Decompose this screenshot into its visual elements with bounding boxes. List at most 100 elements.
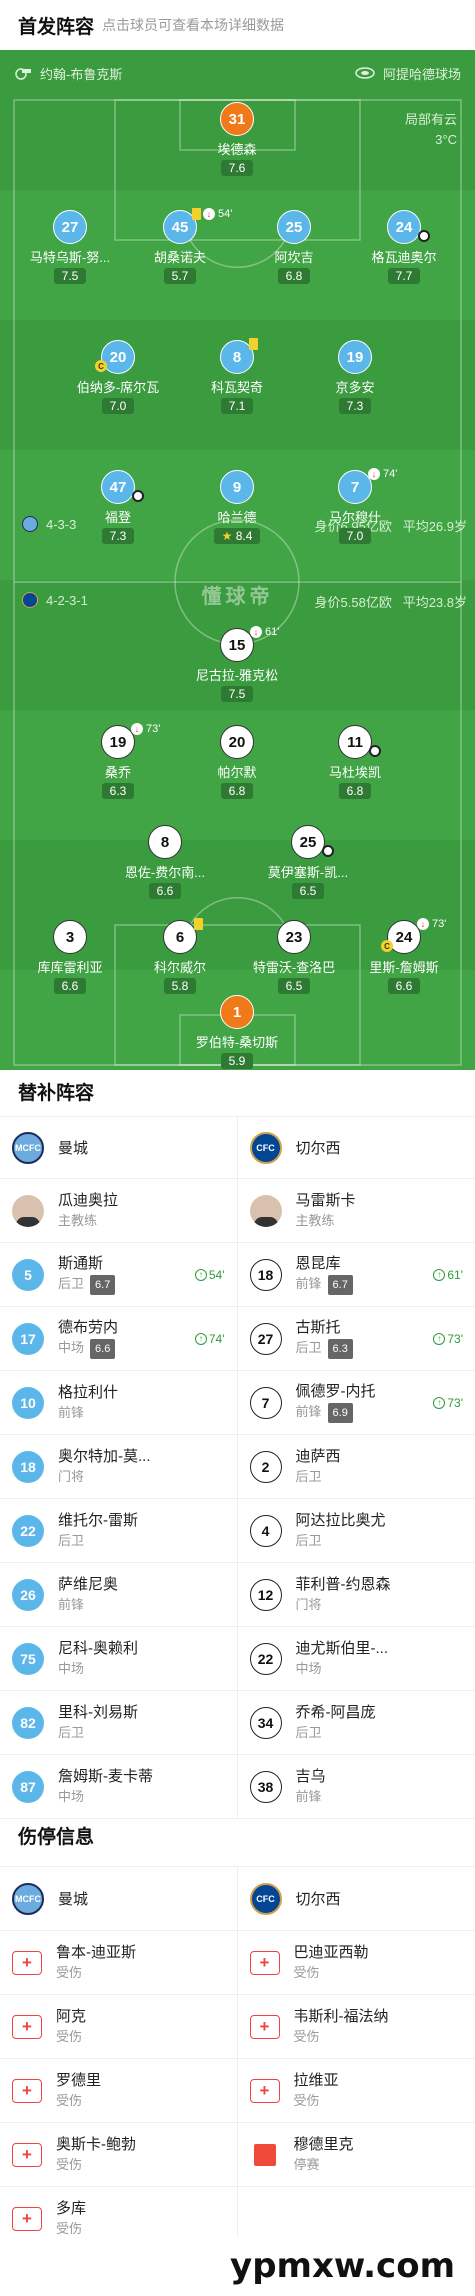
player-marker[interactable]: 20 C 伯纳多-席尔瓦 7.0 [58,340,178,415]
star-icon: ★ [221,529,233,543]
player-marker[interactable]: 23 特雷沃-查洛巴 6.5 [234,920,354,995]
player-rating: 7.3 [338,398,372,414]
away-formation-text: 4-2-3-1 [46,592,88,608]
player-name: 奥斯卡-鲍勃 [56,2135,136,2153]
home-team-header[interactable]: MCFC 曼城 [0,1117,238,1178]
player-marker[interactable]: 9 哈兰德 ★ 8.4 [177,470,297,545]
player-rating: 6.6 [148,883,182,899]
injury-status: 受伤 [293,2028,320,2044]
injured-player[interactable]: 鲁本-迪亚斯受伤 [0,1931,238,1994]
player-marker[interactable]: 8 恩佐-费尔南... 6.6 [105,825,225,900]
player-marker[interactable]: 25 阿坎吉 6.8 [234,210,354,285]
player-marker[interactable]: 11 马杜埃凯 6.8 [295,725,415,800]
player-name: 尼古拉-雅克松 [195,668,279,683]
team-name: 曼城 [58,1891,89,1908]
sub-player[interactable]: 22 迪尤斯伯里-... 中场 [238,1627,475,1690]
player-marker[interactable]: 24 C ↓ 73' 里斯-詹姆斯 6.6 [344,918,464,995]
player-marker[interactable]: 20 帕尔默 6.8 [177,725,297,800]
sub-row: 75 尼科-奥赖利 中场 22 迪尤斯伯里-... 中场 [0,1627,475,1691]
sub-player[interactable]: 2 迪萨西 后卫 [238,1435,475,1498]
player-marker[interactable]: 8 科瓦契奇 7.1 [177,338,297,415]
sub-minute: 54' [208,1267,225,1282]
sub-player[interactable]: 87 詹姆斯-麦卡蒂 中场 [0,1755,238,1818]
sub-player[interactable]: 82 里科-刘易斯 后卫 [0,1691,238,1754]
injured-player[interactable]: 巴迪亚西勒受伤 [238,1931,475,1994]
weather-info: 局部有云 3°C [405,110,457,150]
player-marker[interactable]: 47 福登 7.3 [58,470,178,545]
sub-in-icon: ↑ [433,1396,446,1409]
player-name: 里科-刘易斯 [58,1703,138,1721]
sub-player[interactable]: 10 格拉利什 前锋 [0,1371,238,1434]
sub-row: 10 格拉利什 前锋 7 佩德罗-内托 前锋 6.9 ↑ 73' [0,1371,475,1435]
sub-player[interactable]: 34 乔希-阿昌庞 后卫 [238,1691,475,1754]
sub-player[interactable]: 4 阿达拉比奥尤 后卫 [238,1499,475,1562]
sub-player[interactable]: 12 菲利普-约恩森 门将 [238,1563,475,1626]
player-marker[interactable]: 31 埃德森 7.6 [177,102,297,177]
player-marker[interactable]: 19 京多安 7.3 [295,340,415,415]
player-marker[interactable]: 6 科尔威尔 5.8 [120,918,240,995]
player-rating: 7.6 [220,160,254,176]
player-number: 1 [220,995,254,1029]
player-number: 18 [12,1450,44,1483]
player-position: 中场 [58,1340,85,1355]
home-team-header[interactable]: MCFC 曼城 [0,1867,238,1930]
away-team-header[interactable]: CFC 切尔西 [238,1867,475,1930]
injured-player[interactable]: 拉维亚受伤 [238,2059,475,2122]
player-marker[interactable]: 3 库库雷利亚 6.6 [10,920,130,995]
player-number: 15 [220,628,254,662]
player-name: 恩昆库 [295,1255,341,1272]
subs-team-row: MCFC 曼城 CFC 切尔西 [0,1117,475,1179]
referee-name: 约翰-布鲁克斯 [40,66,123,82]
player-marker[interactable]: 25 莫伊塞斯-凯... 6.5 [248,825,368,900]
player-name: 埃德森 [217,142,257,157]
player-number: 25 [277,210,311,244]
player-number: 22 [249,1642,282,1675]
sub-player[interactable]: 7 佩德罗-内托 前锋 6.9 ↑ 73' [238,1371,475,1434]
player-marker[interactable]: 19 ↓ 73' 桑乔 6.3 [58,723,178,800]
player-rating: 6.8 [277,268,311,284]
sub-player[interactable]: 27 古斯托 后卫 6.3 ↑ 73' [238,1307,475,1370]
home-coach[interactable]: 瓜迪奥拉 主教练 [0,1179,238,1242]
player-marker[interactable]: 15 ↓ 61' 尼古拉-雅克松 7.5 [177,626,297,703]
sub-player[interactable]: 38 吉乌 前锋 [238,1755,475,1818]
player-marker[interactable]: 45 ↓ 54' 胡桑诺夫 5.7 [120,208,240,285]
sub-row: 22 维托尔-雷斯 后卫 4 阿达拉比奥尤 后卫 [0,1499,475,1563]
sub-player[interactable]: 26 萨维尼奥 前锋 [0,1563,238,1626]
sub-player[interactable]: 18 奥尔特加-莫... 门将 [0,1435,238,1498]
sub-player[interactable]: 5 斯通斯 后卫 6.7 ↑ 54' [0,1243,238,1306]
medkit-icon [12,1950,42,1975]
sub-row: 26 萨维尼奥 前锋 12 菲利普-约恩森 门将 [0,1563,475,1627]
injured-player[interactable]: 阿克受伤 [0,1995,238,2058]
coach-role: 主教练 [58,1212,98,1228]
sub-player[interactable]: 22 维托尔-雷斯 后卫 [0,1499,238,1562]
injured-player[interactable]: 穆德里克 停赛 [238,2123,475,2186]
injured-player[interactable]: 奥斯卡-鲍勃受伤 [0,2123,238,2186]
sub-row: 18 奥尔特加-莫... 门将 2 迪萨西 后卫 [0,1435,475,1499]
player-name: 阿坎吉 [274,250,314,265]
player-rating: 6.3 [327,1339,353,1359]
injured-player[interactable]: 罗德里受伤 [0,2059,238,2122]
away-team-header[interactable]: CFC 切尔西 [238,1117,475,1178]
sub-player[interactable]: 17 德布劳内 中场 6.6 ↑ 74' [0,1307,238,1370]
sub-player[interactable]: 75 尼科-奥赖利 中场 [0,1627,238,1690]
red-card-icon [253,2143,276,2166]
player-marker[interactable]: 1 罗伯特-桑切斯 5.9 [177,995,297,1070]
away-coach[interactable]: 马雷斯卡 主教练 [238,1179,475,1242]
injured-player[interactable]: 韦斯利-福法纳受伤 [238,1995,475,2058]
player-name: 马尔穆什 [328,510,381,525]
player-position: 后卫 [295,1340,322,1355]
injuries-team-row: MCFC 曼城 CFC 切尔西 [0,1867,475,1931]
player-rating: 7.1 [220,398,254,414]
player-rating: 6.5 [291,883,325,899]
player-number: 5 [12,1258,44,1291]
player-rating: 6.3 [101,783,135,799]
player-name: 库库雷利亚 [37,960,103,975]
sub-player[interactable]: 18 恩昆库 前锋 6.7 ↑ 61' [238,1243,475,1306]
player-marker[interactable]: 7 ↓ 74' 马尔穆什 7.0 [295,468,415,545]
stadium-info: 阿提哈德球场 [355,64,461,83]
captain-icon: C [95,360,107,372]
player-rating: 6.6 [90,1339,116,1359]
player-marker[interactable]: 27 马特乌斯-努... 7.5 [10,210,130,285]
sub-minute: 73' [447,1331,463,1346]
player-marker[interactable]: 24 格瓦迪奥尔 7.7 [344,210,464,285]
